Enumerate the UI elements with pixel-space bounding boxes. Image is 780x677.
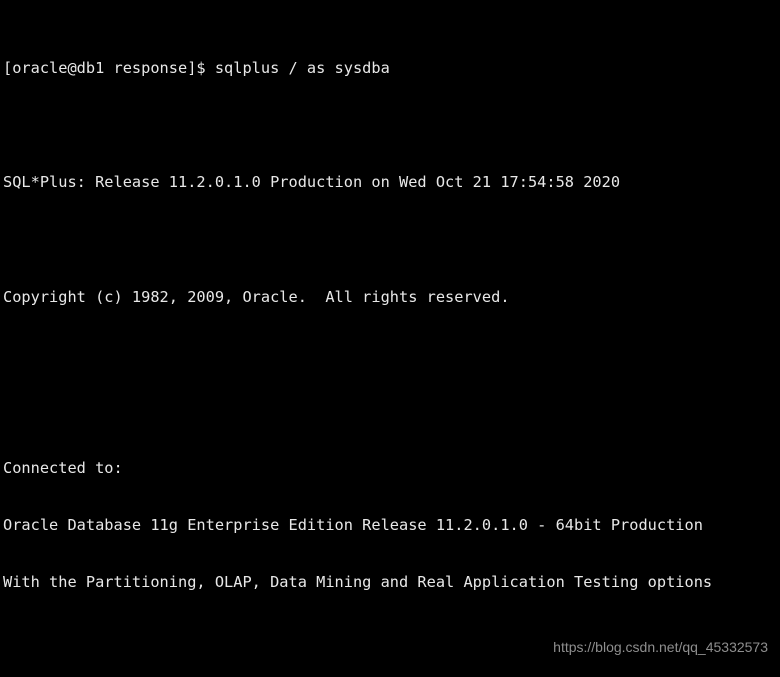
terminal-screen[interactable]: [oracle@db1 response]$ sqlplus / as sysd…	[3, 2, 712, 677]
terminal-line: [oracle@db1 response]$ sqlplus / as sysd…	[3, 59, 390, 78]
watermark-url: https://blog.csdn.net/qq_45332573	[553, 638, 768, 655]
terminal-line: SQL*Plus: Release 11.2.0.1.0 Production …	[3, 173, 621, 192]
terminal-line-banner-version: Oracle Database 11g Enterprise Edition R…	[3, 516, 703, 535]
terminal-line-connected-to: Connected to:	[3, 459, 123, 478]
terminal-line: Copyright (c) 1982, 2009, Oracle. All ri…	[3, 287, 510, 306]
terminal-window[interactable]: [oracle@db1 response]$ sqlplus / as sysd…	[0, 0, 780, 677]
terminal-line-banner-options: With the Partitioning, OLAP, Data Mining…	[3, 573, 713, 592]
